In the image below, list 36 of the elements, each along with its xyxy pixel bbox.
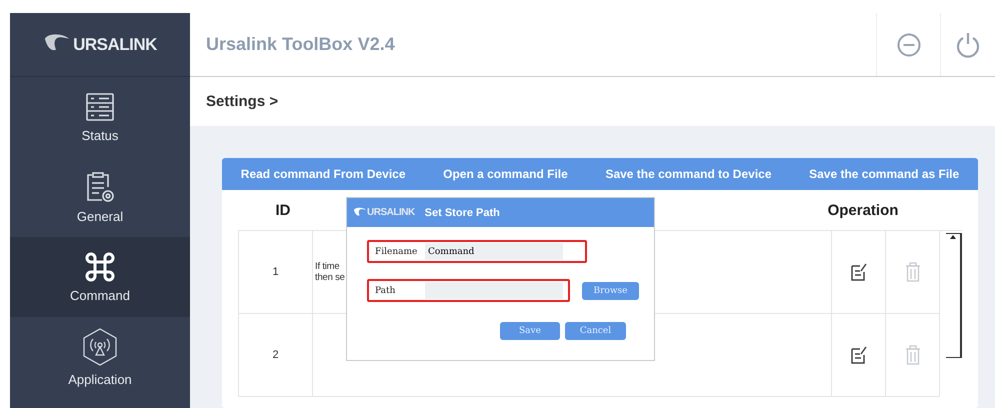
toolbar-button[interactable]: Open a command File <box>437 166 574 182</box>
field-label: Path <box>375 286 396 296</box>
trash-icon[interactable] <box>904 262 920 282</box>
command-key-icon <box>85 252 115 282</box>
edit-icon[interactable] <box>850 346 866 364</box>
dialog-logo-text: URSALINK <box>367 207 415 218</box>
command-text: If time <box>315 261 340 272</box>
table-cell: 2 <box>272 349 279 361</box>
logo-icon <box>353 206 367 218</box>
dialog-title: Set Store Path <box>424 206 500 218</box>
breadcrumb: Settings > <box>206 93 278 110</box>
column-header: ID <box>276 202 290 218</box>
column-header: Operation <box>828 202 898 218</box>
app-title: Ursalink ToolBox V2.4 <box>205 34 396 55</box>
table-cell: 1 <box>272 266 279 278</box>
logo-text: URSALINK <box>73 34 157 54</box>
scrollbar[interactable] <box>946 233 962 358</box>
scroll-up-icon[interactable] <box>949 234 957 240</box>
input-field[interactable] <box>425 282 563 299</box>
field-label: Filename <box>375 246 418 256</box>
power-icon <box>956 32 980 58</box>
server-icon <box>85 92 115 122</box>
dialog-button[interactable]: Save <box>500 322 560 340</box>
clipboard-gear-icon <box>84 170 116 202</box>
dialog-button[interactable]: Cancel <box>565 322 626 340</box>
toolbar-button[interactable]: Save the command as File <box>803 166 966 182</box>
sidebar-item[interactable]: Command <box>10 237 190 317</box>
browse-button[interactable]: Browse <box>582 282 639 300</box>
edit-icon[interactable] <box>850 263 866 281</box>
trash-icon[interactable] <box>904 345 920 365</box>
minus-circle-icon <box>896 32 920 56</box>
toolbar-button[interactable]: Read command From Device <box>234 166 412 182</box>
toolbar-button[interactable]: Save the command to Device <box>599 166 778 182</box>
input-field[interactable]: Command <box>425 243 563 260</box>
antenna-hexagon-icon <box>82 328 118 366</box>
command-text: then se <box>315 272 345 283</box>
